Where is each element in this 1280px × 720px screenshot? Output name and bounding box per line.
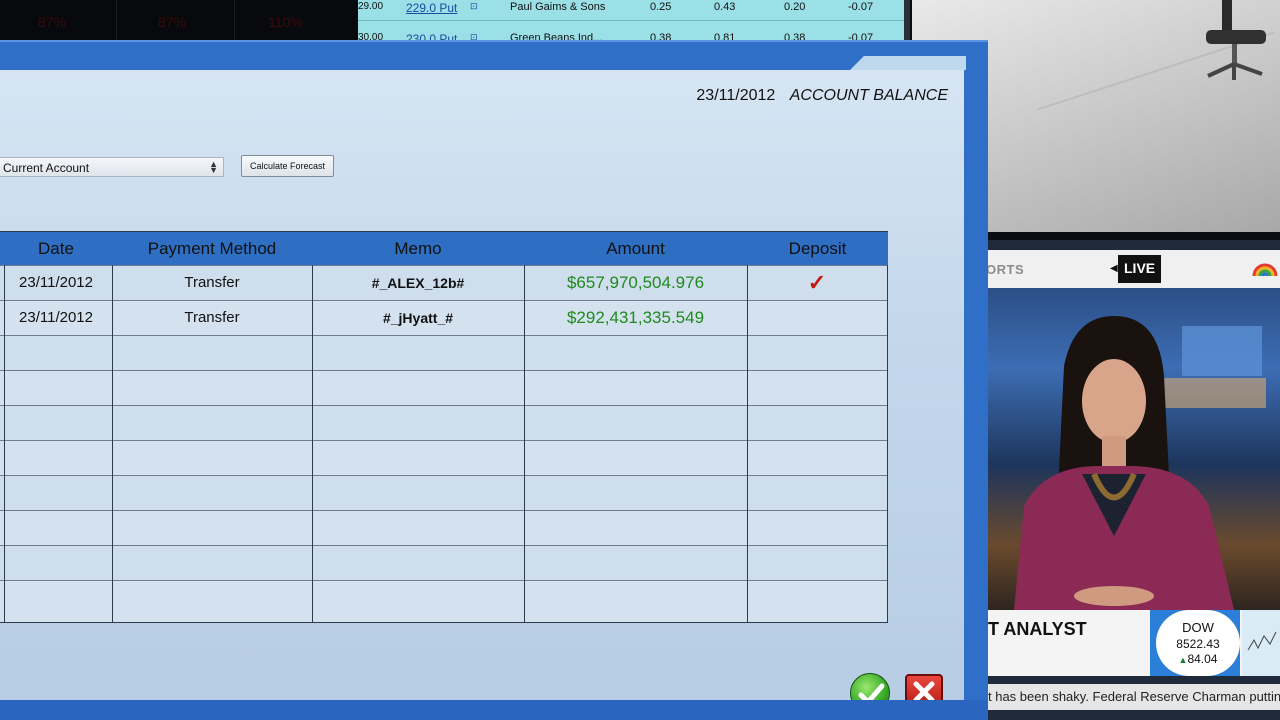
- column-divider: [747, 265, 748, 622]
- memo-cell: #_jHyatt_#: [382, 310, 454, 326]
- news-section-label: ORTS: [986, 262, 1025, 277]
- value-cell: 0.20: [784, 1, 806, 13]
- news-ticker: t has been shaky. Federal Reserve Charma…: [986, 684, 1280, 710]
- dialog-panel: 23/11/2012 ACCOUNT BALANCE Current Accou…: [0, 70, 964, 713]
- option-info-icon[interactable]: ⊡: [470, 1, 478, 12]
- news-topbar: ORTS ◀ LIVE: [986, 250, 1280, 288]
- table-row[interactable]: 23/11/2012 Transfer #_ALEX_12b# $657,970…: [0, 265, 887, 300]
- divider: [358, 20, 904, 21]
- date-cell: 23/11/2012: [19, 274, 93, 291]
- account-select[interactable]: Current Account ▲ ▼: [0, 157, 224, 177]
- payment-method-cell: Transfer: [184, 309, 240, 326]
- deposit-cell[interactable]: [747, 301, 887, 336]
- news-headline: T ANALYST: [988, 619, 1087, 639]
- index-name: DOW: [1182, 620, 1214, 635]
- news-anchor-image: [1014, 316, 1234, 610]
- column-divider: [524, 265, 525, 622]
- value-cell: 0.43: [714, 1, 736, 13]
- memo-cell: #_ALEX_12b#: [371, 275, 465, 291]
- studio-video: [986, 288, 1280, 610]
- news-lower-third: T ANALYST DOW 8522.43 ▲84.04: [986, 610, 1280, 676]
- table-row-empty[interactable]: [0, 545, 887, 580]
- index-value: 8522.43: [1176, 637, 1220, 651]
- date-cell: 23/11/2012: [19, 309, 93, 326]
- option-link[interactable]: 229.0 Put: [406, 1, 457, 15]
- column-divider: [312, 265, 313, 622]
- divider: [116, 0, 117, 42]
- screen: 87% 87% 110% 29.00 229.0 Put ⊡ Paul Gaim…: [0, 0, 1280, 720]
- amount-cell: $657,970,504.976: [566, 273, 705, 292]
- payment-method-cell: Transfer: [184, 274, 240, 291]
- column-header-memo[interactable]: Memo: [312, 232, 524, 266]
- table-row: 29.00 229.0 Put ⊡ Paul Gaims & Sons 0.25…: [358, 0, 904, 17]
- stat-value: 87%: [158, 14, 187, 30]
- options-table: 29.00 229.0 Put ⊡ Paul Gaims & Sons 0.25…: [358, 0, 910, 44]
- column-header-date[interactable]: Date: [0, 232, 112, 266]
- amount-cell: $292,431,335.549: [566, 308, 705, 327]
- column-header-deposit[interactable]: Deposit: [747, 232, 888, 266]
- account-balance-dialog: 23/11/2012 ACCOUNT BALANCE Current Accou…: [0, 40, 988, 720]
- deposit-cell[interactable]: ✓: [747, 266, 887, 301]
- table-row-empty[interactable]: [0, 370, 887, 405]
- network-logo-icon: [1252, 263, 1278, 277]
- table-row-empty[interactable]: [0, 335, 887, 370]
- stat-value: 87%: [38, 14, 67, 30]
- table-row-empty[interactable]: [0, 475, 887, 510]
- updown-arrows-icon: ▲ ▼: [209, 159, 218, 175]
- calculate-forecast-button[interactable]: Calculate Forecast: [241, 155, 334, 177]
- company-cell: Paul Gaims & Sons: [510, 1, 606, 13]
- column-header-amount[interactable]: Amount: [524, 232, 747, 266]
- value-cell: 0.25: [650, 1, 672, 13]
- office-chair-image: [1206, 0, 1266, 80]
- index-change: 84.04: [1187, 652, 1218, 666]
- strike-cell: 29.00: [358, 1, 384, 12]
- ledger-table: Date Payment Method Memo Amount Deposit …: [0, 231, 888, 623]
- table-header: Date Payment Method Memo Amount Deposit: [0, 231, 888, 265]
- news-broadcast: ORTS ◀ LIVE T ANALYST DOW 8522.43 ▲84.04…: [986, 240, 1280, 720]
- column-divider: [112, 265, 113, 622]
- column-header-payment-method[interactable]: Payment Method: [112, 232, 312, 266]
- dow-index-box: DOW 8522.43 ▲84.04: [1150, 610, 1240, 676]
- table-row[interactable]: 23/11/2012 Transfer #_jHyatt_# $292,431,…: [0, 300, 887, 335]
- stat-value: 110%: [268, 14, 303, 30]
- table-row-empty[interactable]: [0, 510, 887, 545]
- value-cell: -0.07: [848, 1, 874, 13]
- live-badge: LIVE: [1118, 255, 1162, 283]
- title-text: ACCOUNT BALANCE: [789, 87, 948, 104]
- checkmark-icon: ✓: [807, 270, 827, 295]
- dialog-tab: [850, 56, 966, 70]
- table-row-empty[interactable]: [0, 440, 887, 475]
- table-row-empty[interactable]: [0, 405, 887, 440]
- background-stats: 87% 87% 110%: [0, 0, 360, 42]
- title-date: 23/11/2012: [696, 87, 776, 104]
- dialog-title: 23/11/2012 ACCOUNT BALANCE: [696, 87, 948, 105]
- mini-chart-image: [1242, 610, 1280, 676]
- account-select-value: Current Account: [3, 161, 90, 175]
- table-row-empty[interactable]: [0, 580, 887, 622]
- ticker-text: t has been shaky. Federal Reserve Charma…: [988, 689, 1280, 704]
- play-arrow-icon: ◀: [1110, 263, 1118, 274]
- column-divider: [4, 265, 5, 622]
- divider: [234, 0, 235, 42]
- dialog-bottom-frame: [0, 700, 988, 720]
